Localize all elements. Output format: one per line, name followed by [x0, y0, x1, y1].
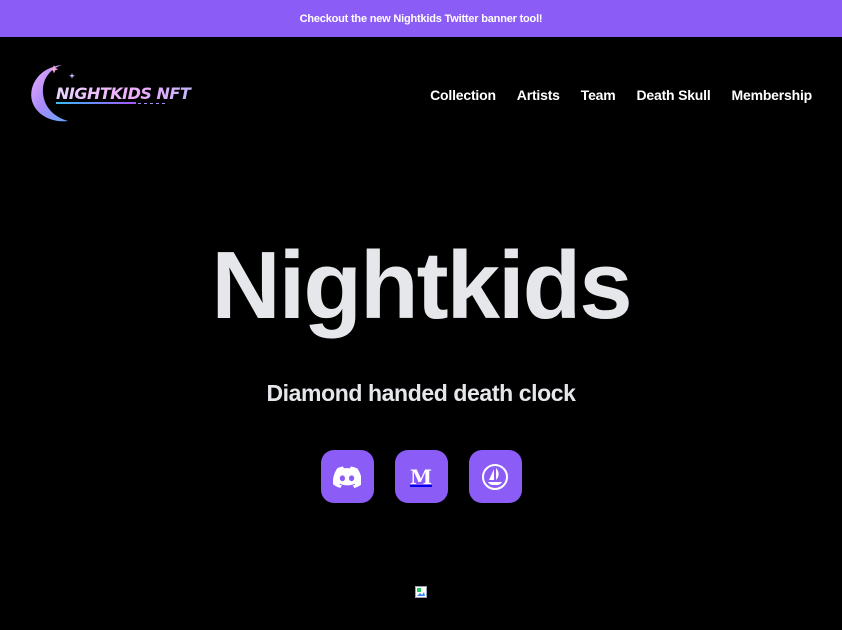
social-links: M	[0, 450, 842, 503]
logo-wordmark: NIGHTKIDS NFT	[56, 84, 192, 103]
nav-artists[interactable]: Artists	[517, 87, 560, 103]
broken-image-icon	[415, 585, 427, 598]
nav-collection[interactable]: Collection	[430, 87, 496, 103]
site-logo[interactable]: NIGHTKIDS NFT	[26, 59, 196, 125]
opensea-icon	[482, 463, 508, 490]
hero-subtitle: Diamond handed death clock	[266, 380, 576, 406]
announcement-link[interactable]: Checkout the new Nightkids Twitter banne…	[300, 13, 543, 25]
hero-title: Nightkids	[211, 232, 632, 339]
announcement-banner: Checkout the new Nightkids Twitter banne…	[0, 0, 842, 37]
logo-graphic: NIGHTKIDS NFT	[31, 65, 192, 122]
site-header: NIGHTKIDS NFT Collection Artists Team De…	[0, 37, 842, 157]
medium-button[interactable]: M	[394, 450, 448, 503]
nav-team[interactable]: Team	[581, 87, 616, 103]
main-nav: Collection Artists Team Death Skull Memb…	[430, 87, 812, 103]
nav-membership[interactable]: Membership	[732, 87, 813, 103]
medium-icon: M	[409, 464, 433, 489]
discord-button[interactable]	[320, 450, 374, 503]
nav-death-skull[interactable]: Death Skull	[636, 87, 710, 103]
opensea-button[interactable]	[468, 450, 522, 503]
discord-icon	[333, 466, 361, 488]
